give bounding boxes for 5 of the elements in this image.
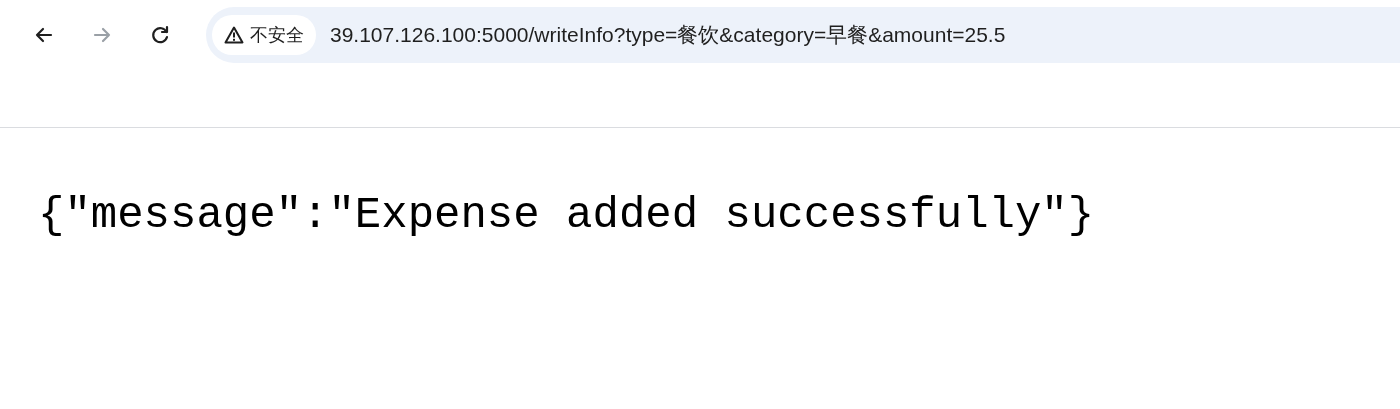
url-text: 39.107.126.100:5000/writeInfo?type=餐饮&category=早餐&amount=25.5 (330, 22, 1006, 48)
warning-icon (224, 26, 244, 44)
address-bar[interactable]: 不安全 39.107.126.100:5000/writeInfo?type=餐饮&category=早餐&amount=25.5 (206, 7, 1400, 63)
response-text: {"message":"Expense added successfully"} (38, 190, 1095, 240)
security-chip[interactable]: 不安全 (212, 15, 316, 55)
